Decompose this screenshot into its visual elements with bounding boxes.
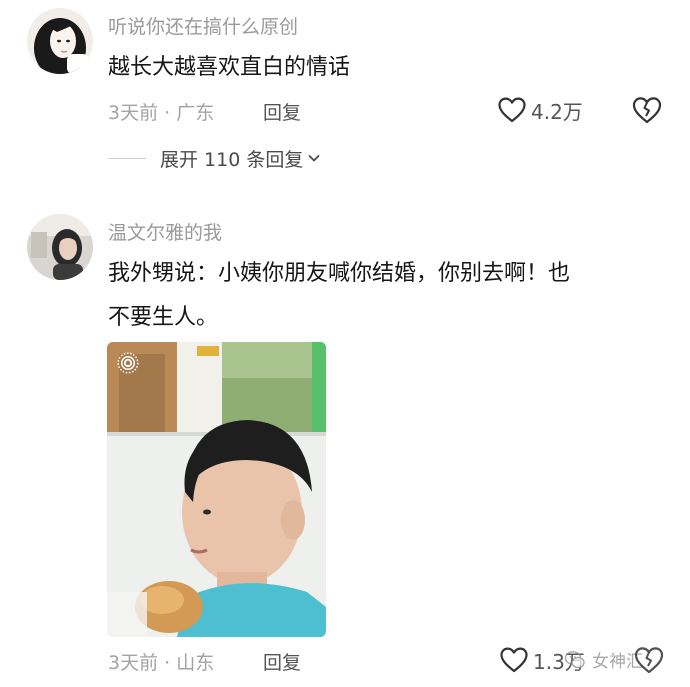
divider-line — [108, 157, 146, 159]
like-button[interactable]: 4.2万 — [497, 94, 583, 126]
like-count: 4.2万 — [531, 99, 583, 124]
expand-replies-label: 展开 110 条回复 — [160, 148, 304, 171]
meta-separator: · — [164, 652, 171, 674]
live-photo-icon — [117, 352, 139, 374]
meta-separator: · — [164, 102, 171, 124]
comment-username[interactable]: 听说你还在搞什么原创 — [108, 12, 298, 39]
comment-time: 3天前 — [108, 102, 159, 124]
reply-button[interactable]: 回复 — [263, 648, 301, 675]
wechat-icon — [564, 650, 585, 668]
comment-location: 山东 — [176, 652, 215, 674]
broken-heart-icon[interactable] — [633, 645, 665, 675]
comment-text: 我外甥说：小姨你朋友喊你结婚，你别去啊！也 不要生人。 — [108, 252, 668, 340]
reply-button[interactable]: 回复 — [263, 98, 301, 125]
comment-text: 越长大越喜欢直白的情话 — [108, 46, 668, 90]
watermark: 女神汇 — [564, 647, 643, 672]
heart-outline-icon — [500, 647, 528, 673]
comment-text-line: 越长大越喜欢直白的情话 — [108, 55, 351, 80]
comment-text-line: 不要生人。 — [108, 305, 219, 330]
chevron-down-icon — [308, 155, 320, 162]
broken-heart-icon[interactable] — [631, 95, 663, 125]
comment-meta: 3天前 · 山东 — [108, 648, 214, 675]
comment-meta: 3天前 · 广东 — [108, 98, 214, 125]
comment-time: 3天前 — [108, 652, 159, 674]
comment-location: 广东 — [176, 102, 215, 124]
heart-outline-icon — [498, 97, 526, 123]
avatar[interactable] — [27, 214, 93, 280]
expand-replies-button[interactable]: 展开 110 条回复 — [108, 144, 321, 172]
comment-username[interactable]: 温文尔雅的我 — [108, 218, 222, 245]
comment-image[interactable] — [107, 342, 326, 637]
avatar[interactable] — [27, 8, 93, 74]
comment-text-line: 我外甥说：小姨你朋友喊你结婚，你别去啊！也 — [108, 261, 571, 286]
